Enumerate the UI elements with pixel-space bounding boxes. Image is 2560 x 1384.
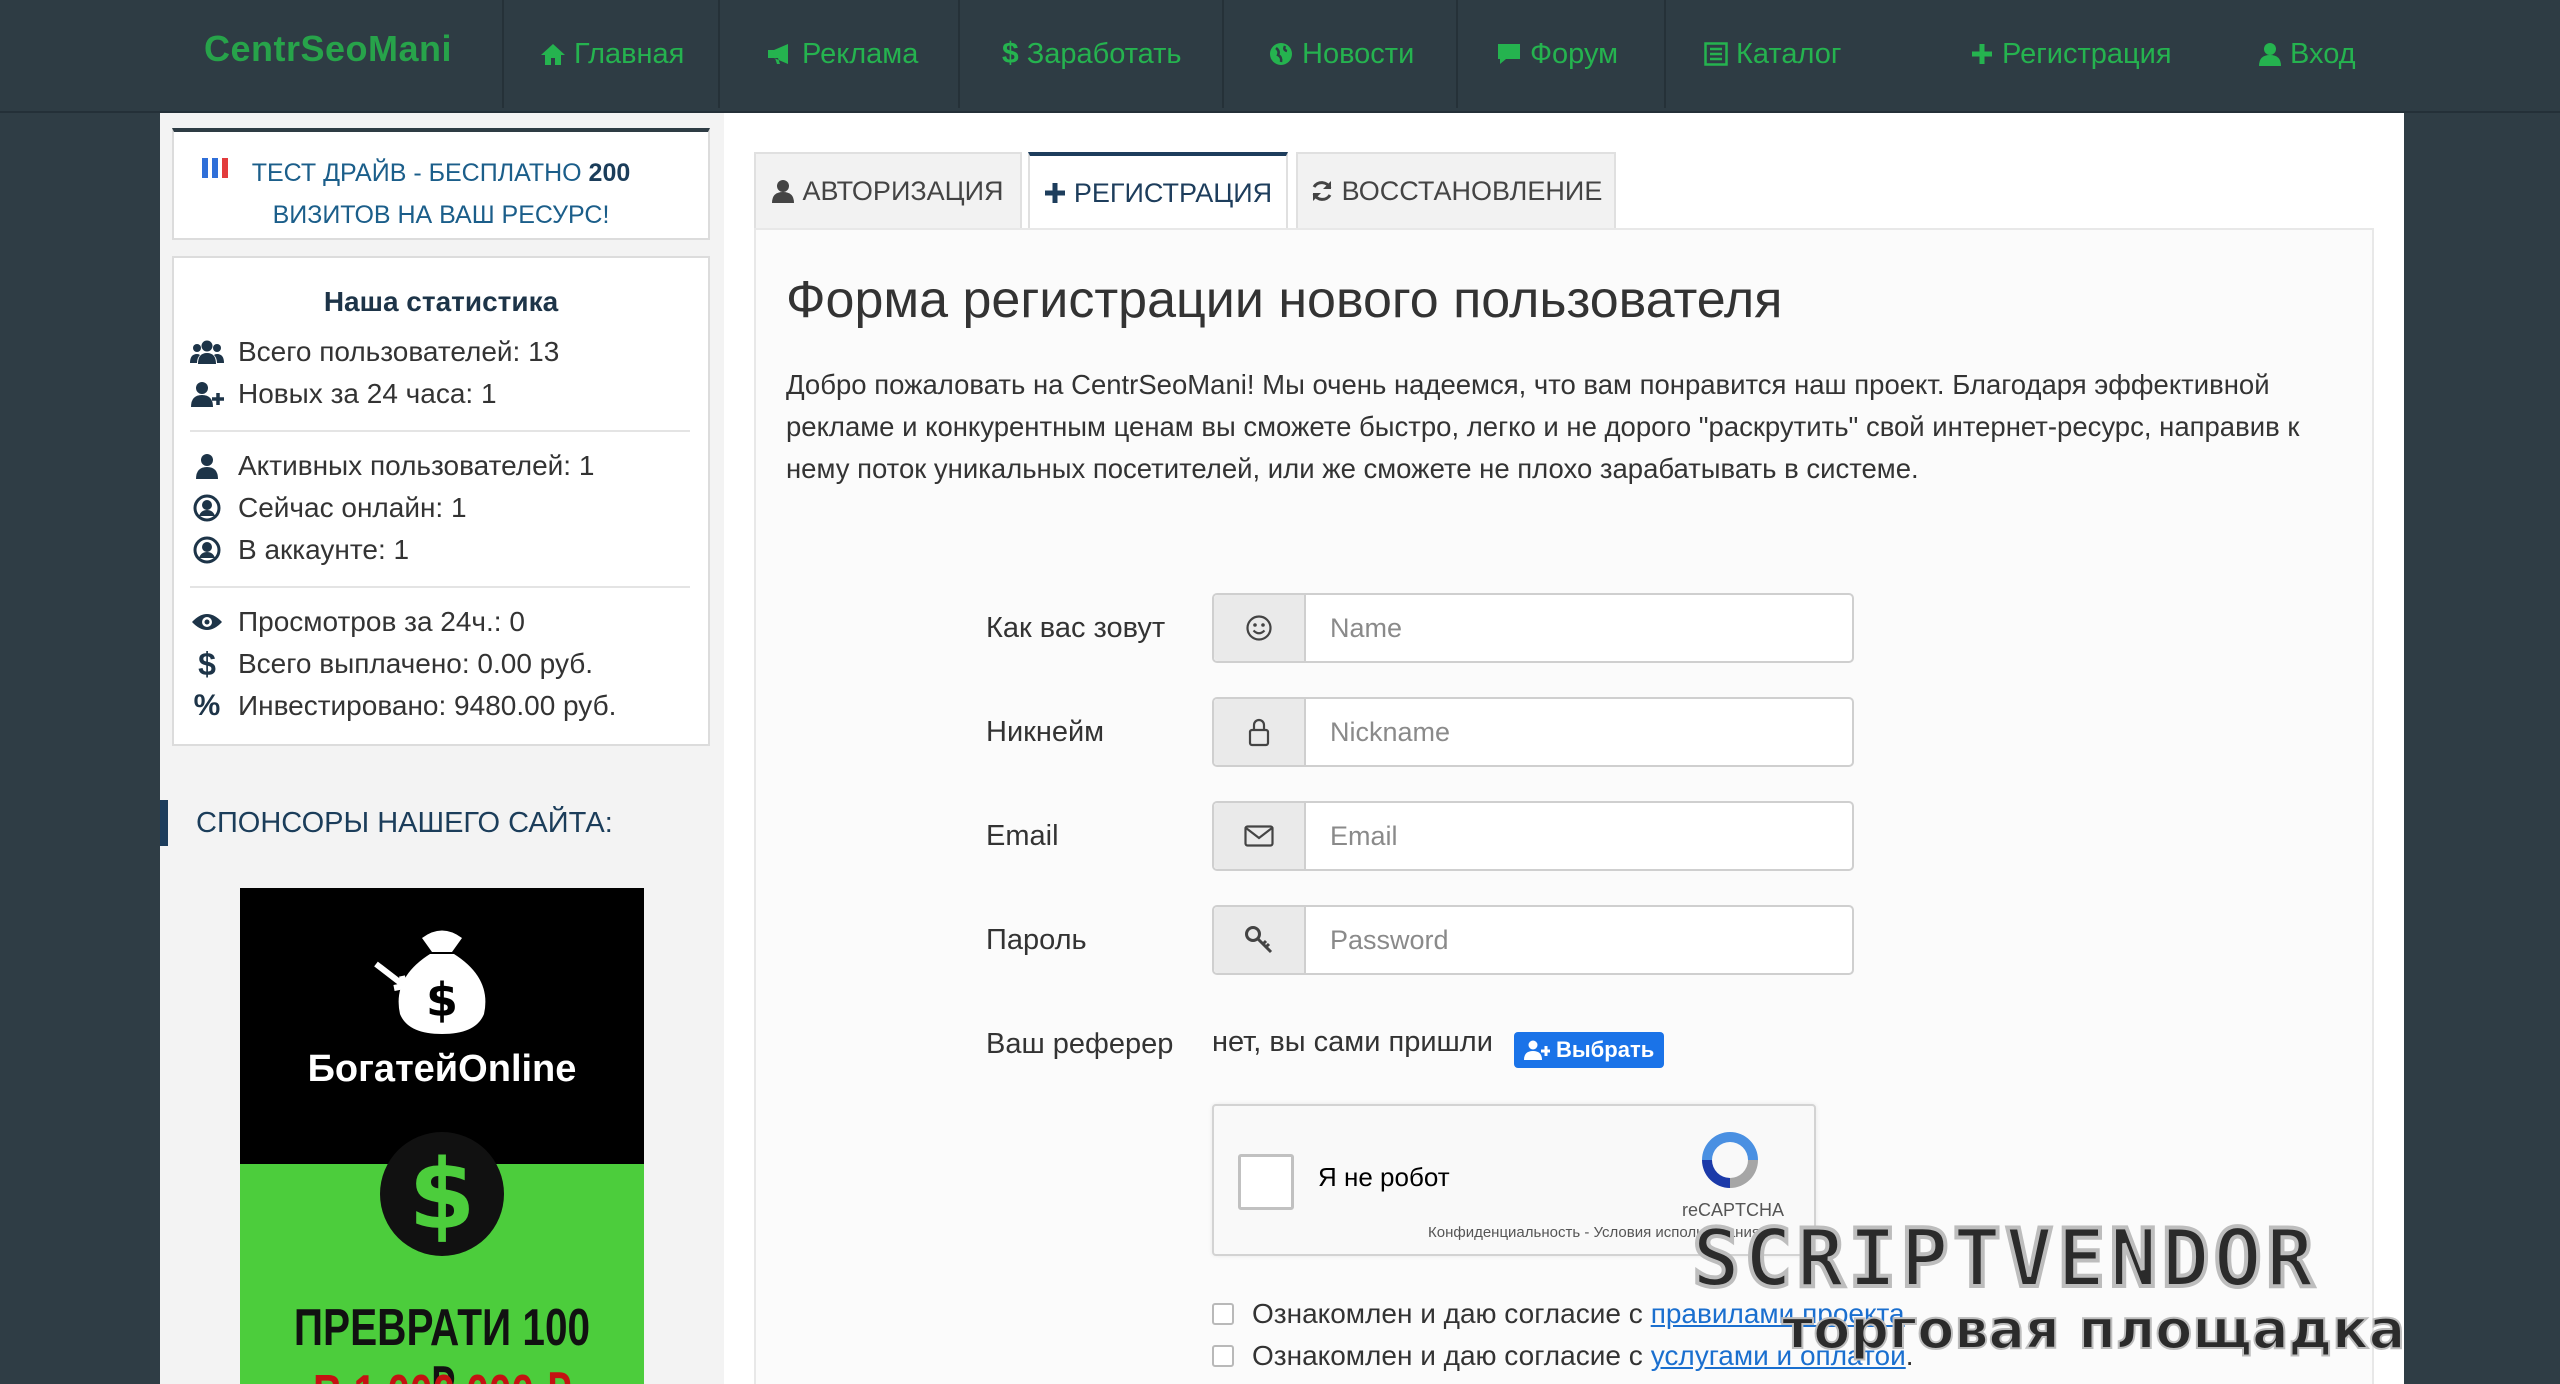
plus-icon: [1970, 42, 1994, 66]
tab-authorization[interactable]: АВТОРИЗАЦИЯ: [754, 152, 1022, 228]
field-label-name: Как вас зовут: [986, 612, 1166, 644]
name-input-group: [1212, 593, 1854, 663]
nav-label: Регистрация: [2002, 37, 2172, 70]
stat-row: Всего пользователей: 13: [190, 332, 559, 372]
nav-item-forum[interactable]: Форум: [1496, 0, 1618, 108]
nav-item-register[interactable]: Регистрация: [1970, 0, 2172, 108]
list-icon: [1704, 42, 1728, 66]
nav-label: Реклама: [802, 37, 919, 70]
field-label-email: Email: [986, 820, 1059, 852]
dollar-icon: $: [1002, 37, 1019, 70]
promo-line-2: ВИЗИТОВ НА ВАШ РЕСУРС!: [272, 201, 610, 229]
lock-icon: [1214, 699, 1306, 765]
smile-icon: [1214, 595, 1306, 661]
nav-label: Новости: [1302, 37, 1415, 70]
nav-label: Главная: [574, 37, 685, 70]
recaptcha-label: Я не робот: [1318, 1162, 1450, 1192]
tab-recovery[interactable]: ВОССТАНОВЛЕНИЕ: [1296, 152, 1616, 228]
bullhorn-icon: [766, 43, 794, 65]
stat-row: Активных пользователей: 1: [190, 446, 594, 486]
stats-panel: Наша статистика Всего пользователей: 13 …: [172, 256, 710, 746]
promo-line-1: ТЕСТ ДРАЙВ - БЕСПЛАТНО 200: [251, 159, 631, 187]
nav-separator: [1456, 0, 1458, 108]
choose-referrer-button[interactable]: Выбрать: [1514, 1032, 1665, 1068]
nav-label: Вход: [2290, 37, 2356, 70]
nav-item-ads[interactable]: Реклама: [766, 0, 918, 108]
eye-icon: [190, 612, 224, 632]
nav-item-news[interactable]: Новости: [1268, 0, 1414, 108]
agree-rules-checkbox[interactable]: [1212, 1303, 1234, 1325]
nickname-input[interactable]: [1306, 699, 1852, 765]
stats-divider: [190, 430, 690, 432]
svg-text:$: $: [409, 1139, 476, 1251]
globe-icon: [1268, 41, 1294, 67]
dollar-icon: $: [198, 645, 216, 682]
dollar-circle-icon: $: [380, 1132, 504, 1256]
stats-divider: [190, 586, 690, 588]
site-logo[interactable]: CentrSeoMani: [204, 28, 452, 70]
user-icon: [190, 453, 224, 479]
user-icon: [772, 179, 795, 203]
stat-row: % Инвестировано: 9480.00 руб.: [190, 686, 617, 726]
name-input[interactable]: [1306, 595, 1852, 661]
banner-text-2: В 1 000 000 ₽: [284, 1364, 599, 1384]
percent-icon: %: [193, 689, 221, 722]
envelope-icon: [1214, 803, 1306, 869]
home-icon: [540, 42, 566, 66]
watermark-logo: SCRIPTVENDOR: [1690, 1210, 2318, 1307]
user-circle-icon: [190, 536, 224, 564]
stat-row: Сейчас онлайн: 1: [190, 488, 467, 528]
nav-label: Каталог: [1736, 37, 1842, 70]
nav-separator: [958, 0, 960, 108]
money-bag-icon: $: [374, 930, 486, 1034]
comment-icon: [1496, 42, 1522, 66]
users-icon: [190, 339, 224, 365]
nav-label: Форум: [1530, 37, 1619, 70]
sponsor-banner[interactable]: $ БогатейOnline $ ПРЕВРАТИ 100 ₽ В 1 000…: [240, 888, 644, 1384]
email-input[interactable]: [1306, 803, 1852, 869]
plus-icon: [1044, 182, 1066, 204]
stat-row: В аккаунте: 1: [190, 530, 409, 570]
field-label-referrer: Ваш реферер: [986, 1028, 1174, 1060]
email-input-group: [1212, 801, 1854, 871]
tab-registration[interactable]: РЕГИСТРАЦИЯ: [1028, 152, 1288, 230]
refresh-icon: [1310, 179, 1334, 203]
nav-separator: [502, 0, 504, 108]
user-plus-icon: [190, 381, 224, 407]
field-label-nickname: Никнейм: [986, 716, 1105, 748]
user-circle-icon: [190, 494, 224, 522]
nav-separator: [1222, 0, 1224, 108]
key-icon: [1214, 907, 1306, 973]
nav-item-home[interactable]: Главная: [540, 0, 684, 108]
password-input[interactable]: [1306, 907, 1852, 973]
nav-item-catalog[interactable]: Каталог: [1704, 0, 1841, 108]
field-label-password: Пароль: [986, 924, 1087, 956]
intro-text: Добро пожаловать на CentrSeoMani! Мы оче…: [786, 369, 2300, 484]
recaptcha-logo-icon: [1702, 1132, 1758, 1188]
nav-item-earn[interactable]: $ Заработать: [1002, 0, 1182, 108]
page-title: Форма регистрации нового пользователя: [786, 271, 1783, 329]
stat-row: Просмотров за 24ч.: 0: [190, 602, 525, 642]
nav-label: Заработать: [1026, 37, 1182, 70]
banner-title: БогатейOnline: [307, 1048, 577, 1090]
stat-row: $ Всего выплачено: 0.00 руб.: [190, 644, 593, 684]
stat-row: Новых за 24 часа: 1: [190, 374, 497, 414]
nav-separator: [1664, 0, 1666, 108]
user-icon: [2258, 42, 2282, 66]
recaptcha-checkbox[interactable]: [1238, 1154, 1294, 1210]
flag-icon: [202, 158, 228, 178]
svg-text:$: $: [426, 973, 458, 1027]
sponsors-heading: СПОНСОРЫ НАШЕГО САЙТА:: [160, 800, 613, 846]
nav-separator: [718, 0, 720, 108]
agree-services-checkbox[interactable]: [1212, 1345, 1234, 1367]
nickname-input-group: [1212, 697, 1854, 767]
referrer-value: нет, вы сами пришли: [1212, 1026, 1493, 1058]
password-input-group: [1212, 905, 1854, 975]
user-plus-icon: [1524, 1040, 1550, 1060]
stats-title: Наша статистика: [323, 286, 559, 317]
promo-box[interactable]: ТЕСТ ДРАЙВ - БЕСПЛАТНО 200 ВИЗИТОВ НА ВА…: [172, 128, 710, 240]
nav-item-login[interactable]: Вход: [2258, 0, 2356, 108]
top-navbar: CentrSeoMani Главная Реклама $ Заработат…: [0, 0, 2560, 113]
watermark-tagline: торговая площадка: [1781, 1297, 2406, 1362]
